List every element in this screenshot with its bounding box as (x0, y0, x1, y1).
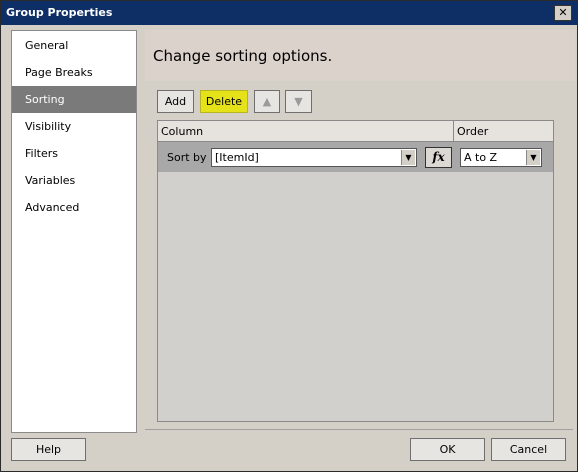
move-down-button[interactable]: ▼ (285, 90, 312, 113)
window-title: Group Properties (6, 6, 113, 19)
title-bar: Group Properties ✕ (1, 1, 577, 25)
column-header-order: Order (454, 121, 553, 142)
sidebar-item-sorting[interactable]: Sorting (12, 86, 136, 113)
sidebar-item-visibility[interactable]: Visibility (12, 113, 136, 140)
table-row[interactable]: Sort by [ItemId] ▼ fx A to Z ▼ (158, 142, 553, 172)
cancel-button[interactable]: Cancel (491, 438, 566, 461)
sidebar-item-advanced[interactable]: Advanced (12, 194, 136, 221)
add-button[interactable]: Add (157, 90, 194, 113)
sidebar-item-page-breaks[interactable]: Page Breaks (12, 59, 136, 86)
close-button[interactable]: ✕ (554, 5, 572, 21)
move-up-button[interactable]: ▲ (254, 90, 280, 113)
footer-divider (145, 429, 573, 430)
help-button[interactable]: Help (11, 438, 86, 461)
chevron-down-icon[interactable]: ▼ (526, 150, 540, 165)
sort-field-select[interactable]: [ItemId] ▼ (211, 148, 417, 167)
sidebar-item-general[interactable]: General (12, 32, 136, 59)
sidebar-item-filters[interactable]: Filters (12, 140, 136, 167)
delete-button[interactable]: Delete (200, 90, 248, 113)
chevron-down-icon[interactable]: ▼ (401, 150, 415, 165)
page-header: Change sorting options. (145, 30, 575, 81)
sidebar-item-variables[interactable]: Variables (12, 167, 136, 194)
sort-order-select[interactable]: A to Z ▼ (460, 148, 542, 167)
sort-order-value: A to Z (464, 151, 498, 164)
expression-button[interactable]: fx (425, 147, 452, 168)
sort-grid: Column Order Sort by [ItemId] ▼ fx A to … (157, 120, 554, 422)
column-header-column: Column (158, 121, 454, 142)
page-title: Change sorting options. (153, 47, 333, 65)
sidebar: General Page Breaks Sorting Visibility F… (11, 30, 137, 433)
sort-by-label: Sort by (167, 151, 207, 164)
group-properties-dialog: Group Properties ✕ General Page Breaks S… (0, 0, 578, 472)
ok-button[interactable]: OK (410, 438, 485, 461)
arrow-up-icon: ▲ (262, 95, 272, 108)
arrow-down-icon: ▼ (294, 95, 303, 108)
sort-field-value: [ItemId] (215, 151, 259, 164)
